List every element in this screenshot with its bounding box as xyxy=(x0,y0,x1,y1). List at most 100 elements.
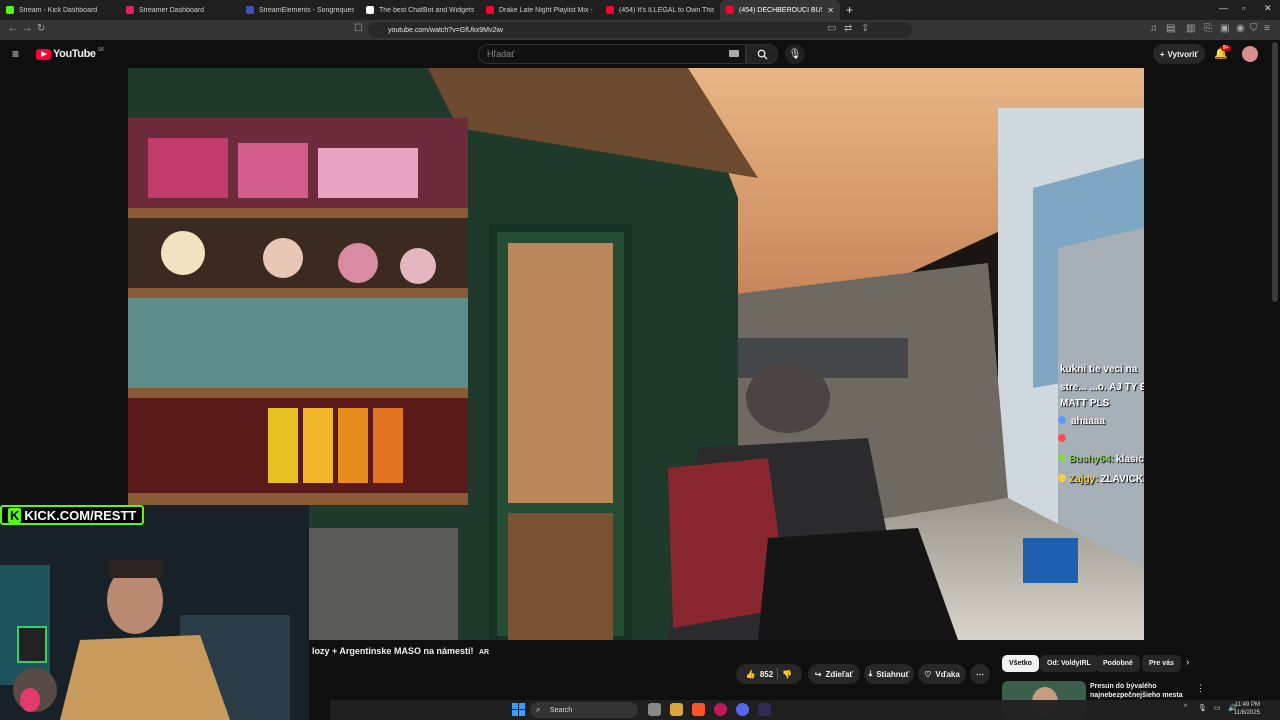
tray-chevron-icon[interactable]: ^ xyxy=(1184,704,1187,711)
back-icon[interactable]: ← xyxy=(8,23,18,34)
recommended-title[interactable]: Presun do bývalého najnebezpečnejšieho m… xyxy=(1090,682,1190,700)
search-input[interactable]: Hľadať xyxy=(478,44,746,64)
discord-icon[interactable] xyxy=(736,703,749,716)
chevron-right-icon[interactable]: › xyxy=(1186,657,1189,668)
browser-tab[interactable]: (454) It's ILLEGAL to Own This 90's H xyxy=(600,0,720,20)
search-button[interactable] xyxy=(746,44,778,64)
chat-message: ahaaaa xyxy=(1058,416,1105,427)
obs-icon[interactable] xyxy=(758,703,771,716)
menu-icon[interactable]: ≡ xyxy=(1264,23,1270,34)
chat-badge-icon xyxy=(1058,454,1066,462)
tab-label: Streamer Dashboard xyxy=(139,6,204,14)
tab-favicon-icon xyxy=(366,6,374,14)
plus-icon: + xyxy=(1159,49,1165,59)
windows-start-icon[interactable] xyxy=(512,703,525,716)
recommended-more-icon[interactable]: ⋮ xyxy=(1196,683,1205,694)
browser-tab[interactable]: Streamer Dashboard xyxy=(120,0,240,20)
new-tab-button[interactable]: + xyxy=(846,3,853,17)
forward-icon[interactable]: → xyxy=(22,23,32,34)
thumbs-down-icon[interactable]: 👎 xyxy=(782,670,792,679)
tabs-container: Stream - Kick Dashboard Streamer Dashboar… xyxy=(0,0,840,20)
panel-icon[interactable]: ▥ xyxy=(1186,23,1195,34)
taskbar-search-label: Search xyxy=(550,706,573,714)
thanks-icon: ♡ xyxy=(924,669,932,679)
chat-message: Bushy64:klasicky scam xyxy=(1058,454,1144,465)
microphone-icon: 🎙 xyxy=(788,48,802,60)
task-view-icon[interactable] xyxy=(648,703,661,716)
keyboard-icon[interactable] xyxy=(729,50,739,57)
cast-icon[interactable]: ▭ xyxy=(827,23,836,34)
tab-favicon-icon xyxy=(606,6,614,14)
share-label: Zdieľať xyxy=(825,669,854,679)
more-actions-button[interactable]: ⋯ xyxy=(970,664,990,684)
page-scrollbar[interactable] xyxy=(1272,42,1278,302)
taskbar-clock[interactable]: 11:49 PM 11/8/2025 xyxy=(1234,701,1260,717)
translate-icon[interactable]: ⇄ xyxy=(844,23,852,34)
chip-similar[interactable]: Podobné xyxy=(1096,655,1140,672)
share-page-icon[interactable]: ⇪ xyxy=(861,23,869,34)
browser-tab[interactable]: The best ChatBot and Widgets for K xyxy=(360,0,480,20)
maximize-icon[interactable]: ▫ xyxy=(1242,3,1245,13)
share-button[interactable]: ↪ Zdieľať xyxy=(808,664,860,684)
browser-tab[interactable]: StreamElements - Songrequest xyxy=(240,0,360,20)
chip-all[interactable]: Všetko xyxy=(1002,655,1039,672)
thanks-button[interactable]: ♡ Vďaka xyxy=(918,664,966,684)
like-count: 852 xyxy=(759,669,774,679)
kick-logo-icon: K xyxy=(8,507,22,523)
close-window-icon[interactable]: ✕ xyxy=(1264,3,1272,14)
file-explorer-icon[interactable] xyxy=(670,703,683,716)
mic-tray-icon[interactable]: 🎙 xyxy=(1198,704,1207,712)
hamburger-menu-icon[interactable]: ≡ xyxy=(12,47,19,61)
chat-message: Zajgy:ZLAVICKA BY NEBOLA xyxy=(1058,474,1144,485)
clock-date: 11/8/2025 xyxy=(1233,710,1260,716)
taskbar-search[interactable]: ⌕ Search xyxy=(530,702,638,718)
avatar[interactable] xyxy=(1242,46,1258,62)
chip-from-channel[interactable]: Od: VoldyIRL xyxy=(1040,655,1098,672)
youtube-logo-text: YouTube xyxy=(53,48,96,60)
chat-badge-icon xyxy=(1058,434,1066,442)
thanks-label: Vďaka xyxy=(935,669,960,679)
more-icon: ⋯ xyxy=(976,669,984,679)
chat-text: kukni tie veci na xyxy=(1060,364,1138,375)
video-title-text: lozy + Argentínske MASO na námestí! xyxy=(312,646,474,656)
brave-browser-icon[interactable] xyxy=(692,703,705,716)
youtube-play-icon xyxy=(36,48,51,60)
reload-icon[interactable]: ↻ xyxy=(37,23,45,34)
shield-icon[interactable]: ⛉ xyxy=(1250,23,1258,34)
music-icon[interactable]: ♫ xyxy=(1150,23,1158,34)
like-button[interactable]: 👍 852 xyxy=(746,670,773,679)
minimize-icon[interactable]: — xyxy=(1219,3,1228,13)
share-icon: ↪ xyxy=(814,669,822,679)
app-icon[interactable] xyxy=(714,703,727,716)
browser-tab[interactable]: Stream - Kick Dashboard xyxy=(0,0,120,20)
chat-message xyxy=(1058,434,1071,445)
create-button[interactable]: + Vytvoriť xyxy=(1153,44,1205,64)
chat-message: kukni tie veci na xyxy=(1058,364,1137,375)
notifications-badge: 9+ xyxy=(1221,45,1231,51)
bookmarks-bar-icon[interactable]: ⎘ xyxy=(1204,23,1212,34)
voice-search-button[interactable]: 🎙 xyxy=(785,44,805,64)
browser-tab[interactable]: Drake Late Night Playlist Mix - Comv xyxy=(480,0,600,20)
url-text: youtube.com/watch?v=GfUkx9Mv2iw xyxy=(388,26,503,34)
tab-favicon-icon xyxy=(486,6,494,14)
vpn-icon[interactable]: ◉ xyxy=(1236,23,1245,34)
browser-tab[interactable]: (454) DECHBEROUCÍ BUS přes ✕ xyxy=(720,0,840,20)
tab-favicon-icon xyxy=(126,6,134,14)
sidebar-icon[interactable]: ▤ xyxy=(1166,23,1175,34)
webcam-frame xyxy=(0,505,309,720)
title-badge: AR xyxy=(478,649,490,656)
like-dislike-group: 👍 852 👎 xyxy=(736,664,802,684)
wallet-icon[interactable]: ▣ xyxy=(1220,23,1229,34)
youtube-logo[interactable]: YouTube SK xyxy=(36,47,104,60)
tab-favicon-icon xyxy=(6,6,14,14)
search-icon xyxy=(757,49,768,60)
network-icon[interactable]: ▭ xyxy=(1214,704,1221,712)
kick-url-text: KICK.COM/RESTT xyxy=(24,507,137,523)
thumbs-up-icon: 👍 xyxy=(745,669,756,679)
download-button[interactable]: ⤓ Stiahnuť xyxy=(864,664,914,684)
bookmark-icon[interactable]: ☐ xyxy=(354,23,363,34)
chip-for-you[interactable]: Pre vás xyxy=(1142,655,1181,672)
tab-label: (454) DECHBEROUCÍ BUS přes xyxy=(739,6,822,14)
tab-close-icon[interactable]: ✕ xyxy=(827,6,834,15)
chat-text: ZLAVICKA BY NEBOLA xyxy=(1100,474,1144,485)
